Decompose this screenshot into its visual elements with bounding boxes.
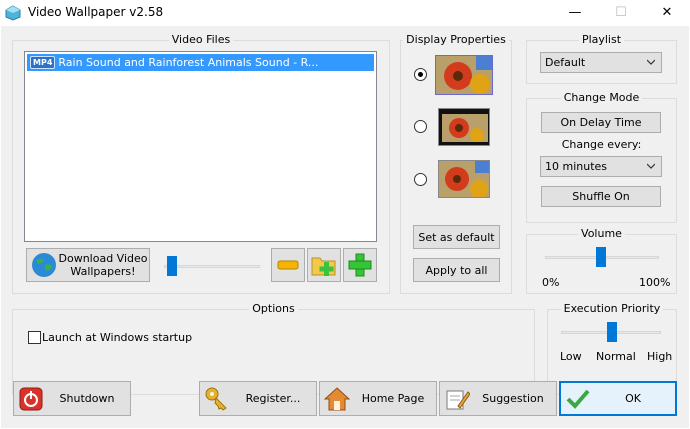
add-video-button[interactable] (343, 248, 377, 282)
shuffle-button[interactable]: Shuffle On (541, 186, 661, 207)
ok-label: OK (625, 392, 641, 405)
minimize-button[interactable]: — (552, 0, 598, 26)
playback-slider-track[interactable] (164, 265, 260, 268)
checkmark-icon (566, 389, 590, 409)
flower-thumbnail-icon (439, 109, 489, 145)
mp4-badge: MP4 (30, 56, 56, 69)
app-icon (5, 5, 21, 21)
display-mode-fit-preview[interactable] (438, 108, 490, 146)
priority-slider-thumb[interactable] (607, 322, 617, 342)
download-video-wallpapers-button[interactable]: Download Video Wallpapers! (26, 248, 150, 282)
priority-high-label: High (647, 350, 673, 363)
suggestion-label: Suggestion (482, 392, 544, 405)
display-mode-center-preview[interactable] (438, 160, 490, 198)
change-every-label: Change every: (561, 138, 642, 151)
list-item[interactable]: MP4 Rain Sound and Rainforest Animals So… (27, 54, 374, 71)
home-page-button[interactable]: Home Page (319, 381, 437, 416)
download-button-label: Download Video Wallpapers! (58, 252, 148, 278)
title-bar: Video Wallpaper v2.58 — ☐ ✕ (0, 0, 690, 26)
key-icon (205, 387, 227, 411)
close-button[interactable]: ✕ (644, 0, 690, 26)
playlist-select[interactable]: Default (540, 52, 662, 73)
interval-selected-value: 10 minutes (545, 160, 608, 173)
add-folder-icon (311, 257, 336, 276)
interval-select[interactable]: 10 minutes (540, 156, 662, 177)
flower-thumbnail-icon (439, 161, 489, 197)
flower-thumbnail-icon (436, 56, 492, 94)
playlist-title: Playlist (578, 33, 625, 46)
set-as-default-button[interactable]: Set as default (413, 225, 500, 249)
power-icon (19, 387, 43, 410)
launch-at-startup-checkbox[interactable] (28, 331, 41, 344)
playlist-selected-value: Default (545, 56, 586, 69)
ok-button[interactable]: OK (559, 381, 677, 416)
register-label: Register... (245, 392, 301, 405)
apply-to-all-button[interactable]: Apply to all (413, 258, 500, 282)
change-mode-title: Change Mode (560, 91, 643, 104)
display-properties-title: Display Properties (403, 33, 509, 46)
change-mode-button[interactable]: On Delay Time (541, 112, 661, 133)
display-mode-fill-preview[interactable] (435, 55, 493, 95)
launch-at-startup-label[interactable]: Launch at Windows startup (42, 331, 192, 344)
priority-low-label: Low (560, 350, 582, 363)
register-button[interactable]: Register... (199, 381, 317, 416)
home-page-label: Home Page (361, 392, 425, 405)
suggestion-button[interactable]: Suggestion (439, 381, 557, 416)
maximize-button[interactable]: ☐ (598, 0, 644, 26)
shutdown-button[interactable]: Shutdown (13, 381, 131, 416)
window-title: Video Wallpaper v2.58 (28, 5, 164, 19)
add-folder-button[interactable] (307, 248, 341, 282)
playback-slider-thumb[interactable] (167, 256, 177, 276)
plus-icon (348, 253, 372, 277)
shutdown-label: Shutdown (59, 392, 115, 405)
video-files-list[interactable]: MP4 Rain Sound and Rainforest Animals So… (24, 51, 377, 242)
main-window: Video Files MP4 Rain Sound and Rainfores… (1, 26, 689, 428)
remove-video-button[interactable] (271, 248, 305, 282)
display-mode-fill-radio[interactable] (414, 68, 427, 81)
home-icon (324, 386, 350, 410)
display-mode-center-radio[interactable] (414, 173, 427, 186)
video-files-title: Video Files (168, 33, 234, 46)
display-mode-fit-radio[interactable] (414, 120, 427, 133)
volume-slider-thumb[interactable] (596, 247, 606, 267)
volume-max-label: 100% (639, 276, 671, 289)
options-title: Options (249, 302, 298, 315)
execution-priority-title: Execution Priority (560, 302, 664, 315)
chevron-down-icon (647, 59, 655, 65)
priority-normal-label: Normal (596, 350, 636, 363)
volume-title: Volume (578, 227, 625, 240)
video-file-name: Rain Sound and Rainforest Animals Sound … (58, 56, 319, 69)
notepad-pencil-icon (446, 390, 470, 409)
minus-icon (277, 260, 299, 270)
volume-min-label: 0% (542, 276, 560, 289)
chevron-down-icon (647, 163, 655, 169)
globe-icon (32, 253, 56, 277)
